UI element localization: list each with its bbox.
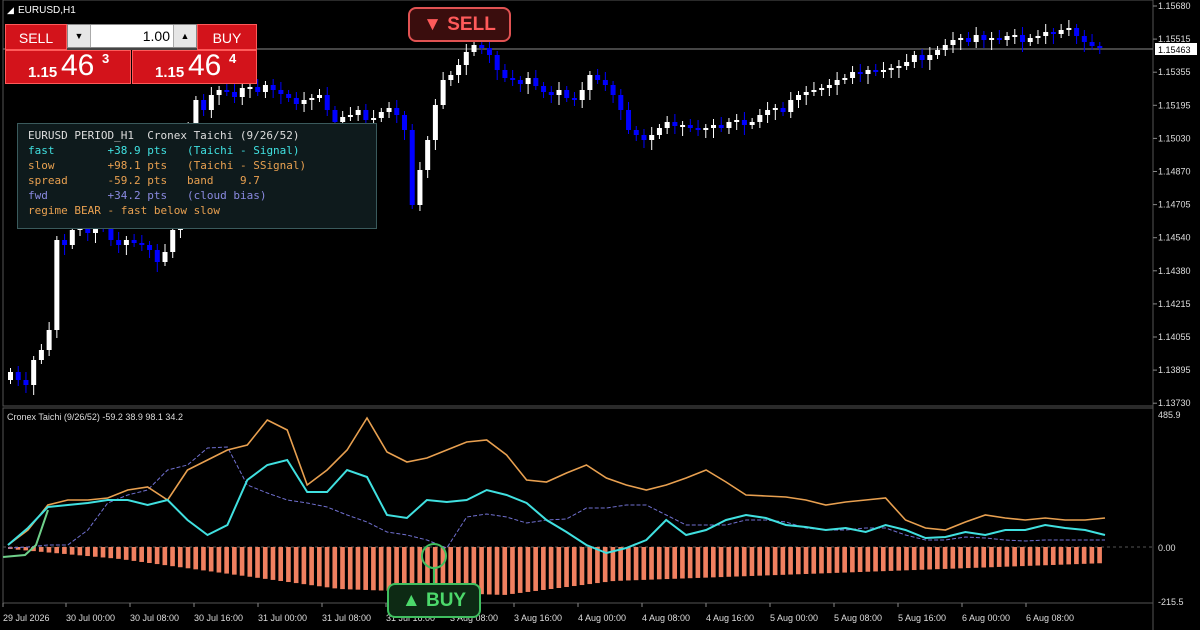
indicator-axis-bottom: -215.5 (1158, 597, 1184, 607)
time-tick-label: 3 Aug 16:00 (514, 613, 562, 623)
ask-price-fraction: 4 (229, 51, 237, 66)
price-tick-label: 1.15515 (1158, 34, 1191, 44)
price-tick-label: 1.14870 (1158, 167, 1191, 177)
fwd-value: +34.2 pts (107, 189, 168, 202)
lot-increase-icon[interactable]: ▲ (173, 25, 196, 47)
chart-window[interactable]: 1.15680 1.15515 1.15355 1.15195 1.15030 1.148… (0, 0, 1200, 630)
chart-title-icon: ◢ (7, 5, 14, 15)
price-tick-label: 1.14380 (1158, 266, 1191, 276)
time-tick-label: 31 Jul 08:00 (322, 613, 371, 623)
time-tick-label: 5 Aug 00:00 (770, 613, 818, 623)
price-tick-label: 1.13895 (1158, 365, 1191, 375)
time-tick-label: 29 Jul 2026 (3, 613, 50, 623)
regime-text: regime BEAR - fast below slow (28, 204, 221, 217)
buy-button[interactable]: BUY (197, 24, 257, 50)
info-header: EURUSD PERIOD_H1 Cronex Taichi (9/26/52) (28, 129, 300, 142)
slow-label: slow (28, 159, 55, 172)
time-tick-label: 30 Jul 08:00 (130, 613, 179, 623)
fwd-label: fwd (28, 189, 48, 202)
price-tick-label: 1.14705 (1158, 200, 1191, 210)
band-label: band (186, 174, 214, 187)
time-tick-label: 4 Aug 16:00 (706, 613, 754, 623)
ask-price-button[interactable]: 1.15 46 4 (132, 49, 257, 84)
time-tick-label: 6 Aug 08:00 (1026, 613, 1074, 623)
time-tick-label: 30 Jul 00:00 (66, 613, 115, 623)
lot-decrease-icon[interactable]: ▼ (68, 25, 91, 47)
fast-desc: (Taichi - Signal) (186, 144, 300, 157)
time-tick-label: 30 Jul 16:00 (194, 613, 243, 623)
fast-label: fast (28, 144, 55, 157)
price-tick-label: 1.13730 (1158, 398, 1191, 408)
fast-value: +38.9 pts (107, 144, 168, 157)
time-tick-label: 4 Aug 08:00 (642, 613, 690, 623)
current-price-label: 1.15463 (1158, 45, 1191, 55)
sell-signal-badge: ▼ SELL (408, 7, 511, 42)
bid-price-pips: 46 (61, 49, 95, 82)
slow-value: +98.1 pts (107, 159, 168, 172)
time-tick-label: 4 Aug 00:00 (578, 613, 626, 623)
time-tick-label: 31 Jul 00:00 (258, 613, 307, 623)
lot-size-value[interactable]: 1.00 (143, 25, 170, 47)
indicator-info-panel: EURUSD PERIOD_H1 Cronex Taichi (9/26/52)… (17, 123, 377, 229)
price-tick-label: 1.15680 (1158, 1, 1191, 11)
indicator-axis-zero: 0.00 (1158, 543, 1176, 553)
ask-price-prefix: 1.15 (155, 64, 185, 81)
spread-label: spread (28, 174, 68, 187)
one-click-trading-panel: SELL ▼ 1.00 ▲ BUY 1.15 46 3 1.15 46 4 (5, 24, 257, 86)
time-tick-label: 6 Aug 00:00 (962, 613, 1010, 623)
time-tick-label: 5 Aug 08:00 (834, 613, 882, 623)
bid-price-fraction: 3 (102, 51, 110, 66)
price-tick-label: 1.14055 (1158, 332, 1191, 342)
slow-desc: (Taichi - SSignal) (186, 159, 307, 172)
price-tick-label: 1.15030 (1158, 133, 1191, 143)
chart-title: EURUSD,H1 (18, 5, 76, 16)
price-tick-label: 1.15195 (1158, 100, 1191, 110)
price-tick-label: 1.15355 (1158, 67, 1191, 77)
ask-price-pips: 46 (188, 49, 222, 82)
sell-button[interactable]: SELL (5, 24, 67, 50)
bid-price-button[interactable]: 1.15 46 3 (5, 49, 131, 84)
lot-size-input[interactable]: ▼ 1.00 ▲ (67, 24, 197, 48)
time-tick-label: 5 Aug 16:00 (898, 613, 946, 623)
fwd-desc: (cloud bias) (186, 189, 267, 202)
indicator-axis-top: 485.9 (1158, 410, 1181, 420)
spread-value: -59.2 pts (107, 174, 168, 187)
price-tick-label: 1.14215 (1158, 299, 1191, 309)
buy-signal-badge: ▲ BUY (387, 583, 481, 618)
price-tick-label: 1.14540 (1158, 233, 1191, 243)
indicator-label: Cronex Taichi (9/26/52) -59.2 38.9 98.1 … (7, 412, 183, 422)
band-value: 9.7 (239, 174, 260, 187)
bid-price-prefix: 1.15 (28, 64, 58, 81)
